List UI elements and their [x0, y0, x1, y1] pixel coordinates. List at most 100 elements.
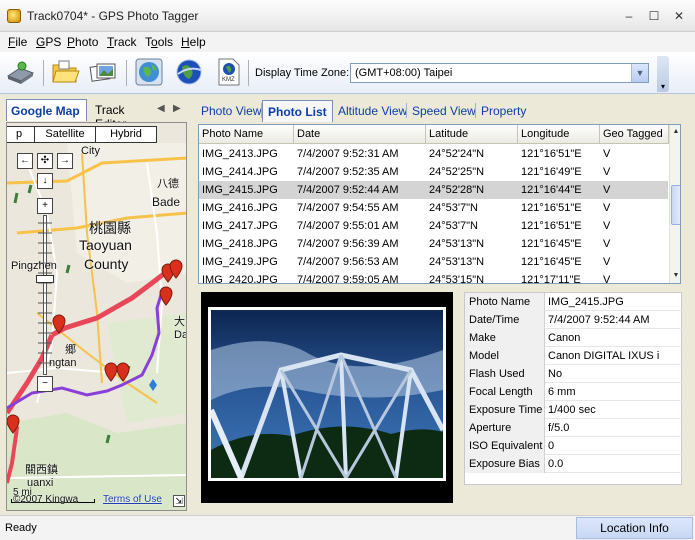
tab-scroll-left-icon[interactable]: ◀ — [157, 103, 165, 114]
tab-google-map[interactable]: Google Map — [6, 99, 87, 121]
scroll-thumb[interactable] — [671, 185, 680, 225]
timezone-select[interactable]: (GMT+08:00) Taipei ▼ — [350, 63, 649, 83]
map-label-longtan: ngtan — [49, 357, 77, 369]
table-row[interactable]: IMG_2414.JPG 7/4/2007 9:52:35 AM 24°52'2… — [199, 163, 668, 181]
zoom-in-button[interactable]: + — [37, 198, 53, 214]
photo-list-scrollbar[interactable]: ▲ ▼ — [669, 125, 680, 283]
table-row[interactable]: IMG_2416.JPG 7/4/2007 9:54:55 AM 24°53'7… — [199, 199, 668, 217]
gps-device-icon[interactable] — [5, 57, 35, 87]
map-type-map-button[interactable]: p — [7, 126, 35, 143]
cell-date: 7/4/2007 9:52:31 AM — [297, 148, 399, 160]
scroll-down-icon[interactable]: ▼ — [670, 269, 680, 283]
property-value: 1/400 sec — [548, 404, 596, 416]
photo-image — [211, 310, 443, 478]
table-row-selected[interactable]: IMG_2415.JPG 7/4/2007 9:52:44 AM 24°52'2… — [199, 181, 668, 199]
cell-photo-name: IMG_2416.JPG — [202, 202, 278, 214]
col-header-date[interactable]: Date — [294, 125, 426, 144]
cell-photo-name: IMG_2417.JPG — [202, 220, 278, 232]
tab-property[interactable]: Property — [476, 100, 531, 122]
menu-gps[interactable]: GPS — [36, 35, 61, 49]
property-value: No — [548, 368, 563, 380]
cell-latitude: 24°52'28"N — [429, 184, 485, 196]
toolbar-separator — [248, 60, 249, 86]
toolbar-overflow-button[interactable]: ▾ — [657, 56, 669, 92]
table-row[interactable]: IMG_2417.JPG 7/4/2007 9:55:01 AM 24°53'7… — [199, 217, 668, 235]
app-icon — [7, 9, 21, 23]
table-row[interactable]: IMG_2419.JPG 7/4/2007 9:56:53 AM 24°53'1… — [199, 253, 668, 271]
tab-scroll-right-icon[interactable]: ▶ — [173, 103, 181, 114]
cell-latitude: 24°53'13"N — [429, 238, 485, 250]
cell-photo-name: IMG_2420.JPG — [202, 274, 278, 284]
property-label: Date/Time — [465, 311, 545, 329]
status-text: Ready — [5, 522, 37, 534]
pan-down-icon[interactable]: ↓ — [37, 173, 53, 189]
photos-icon[interactable] — [88, 57, 118, 87]
menu-tools[interactable]: Tools — [145, 35, 173, 49]
minimize-button[interactable]: – — [621, 9, 637, 23]
table-row[interactable]: IMG_2418.JPG 7/4/2007 9:56:39 AM 24°53'1… — [199, 235, 668, 253]
cell-longitude: 121°16'51"E — [521, 220, 582, 232]
cell-latitude: 24°52'25"N — [429, 166, 485, 178]
chevron-down-icon[interactable]: ▼ — [631, 64, 648, 82]
location-info-button[interactable]: Location Info — [576, 517, 693, 539]
map-type-hybrid-button[interactable]: Hybrid — [95, 126, 157, 143]
property-value: 6 mm — [548, 386, 576, 398]
col-header-longitude[interactable]: Longitude — [518, 125, 600, 144]
cell-photo-name: IMG_2415.JPG — [202, 184, 278, 196]
cell-longitude: 121°16'49"E — [521, 166, 582, 178]
timezone-label: Display Time Zone: — [255, 67, 350, 79]
property-row: Model Canon DIGITAL IXUS i — [465, 347, 683, 365]
close-button[interactable]: ✕ — [671, 9, 687, 23]
open-folder-icon[interactable] — [50, 57, 80, 87]
kmz-export-icon[interactable]: KMZ — [213, 57, 243, 87]
tab-photo-view[interactable]: Photo View — [196, 100, 267, 122]
col-header-photo-name[interactable]: Photo Name — [199, 125, 294, 144]
property-value: Canon DIGITAL IXUS i — [548, 350, 660, 362]
cell-date: 7/4/2007 9:55:01 AM — [297, 220, 399, 232]
pan-right-icon[interactable]: → — [57, 153, 73, 169]
property-row: Exposure Bias 0.0 — [465, 455, 683, 473]
zoom-slider-thumb[interactable] — [36, 275, 54, 283]
property-label: Exposure Time — [465, 401, 545, 419]
maximize-button[interactable]: ☐ — [646, 9, 662, 23]
cell-longitude: 121°16'51"E — [521, 202, 582, 214]
map-type-satellite-button[interactable]: Satellite — [34, 126, 96, 143]
property-label: Make — [465, 329, 545, 347]
tab-photo-list[interactable]: Photo List — [262, 100, 333, 122]
photo-list-table[interactable]: Photo Name Date Latitude Longitude Geo T… — [198, 124, 681, 284]
map-window-icon[interactable] — [134, 57, 164, 87]
map-label-bade: Bade — [152, 195, 181, 209]
tab-track-editor[interactable]: Track Editor — [91, 99, 159, 131]
pan-left-icon[interactable]: ← — [17, 153, 33, 169]
cell-longitude: 121°16'45"E — [521, 238, 582, 250]
menu-help[interactable]: Help — [181, 35, 206, 49]
table-row[interactable]: IMG_2413.JPG 7/4/2007 9:52:31 AM 24°52'2… — [199, 145, 668, 163]
col-header-latitude[interactable]: Latitude — [426, 125, 518, 144]
cell-geo-tagged: V — [603, 166, 611, 178]
property-row: Date/Time 7/4/2007 9:52:44 AM — [465, 311, 683, 329]
terms-of-use-link[interactable]: Terms of Use — [103, 494, 162, 505]
google-earth-icon[interactable] — [174, 57, 204, 87]
pan-center-icon[interactable]: ✣ — [37, 153, 53, 169]
menu-photo[interactable]: Photo — [67, 35, 98, 49]
property-value: f/5.0 — [548, 422, 570, 434]
zoom-out-button[interactable]: − — [37, 376, 53, 392]
menu-file[interactable]: File — [8, 35, 27, 49]
cell-date: 7/4/2007 9:56:53 AM — [297, 256, 399, 268]
cell-date: 7/4/2007 9:56:39 AM — [297, 238, 399, 250]
menu-track[interactable]: Track — [107, 35, 137, 49]
google-map[interactable]: p Satellite Hybrid ← ✣ → ↓ + − City 八德 B… — [6, 122, 187, 511]
map-resize-icon[interactable]: ⇲ — [173, 495, 185, 507]
scroll-up-icon[interactable]: ▲ — [670, 125, 680, 139]
map-label-pingzhen: Pingzhen — [11, 260, 57, 272]
property-row: Focal Length 6 mm — [465, 383, 683, 401]
property-label: Model — [465, 347, 545, 365]
table-row[interactable]: IMG_2420.JPG 7/4/2007 9:59:05 AM 24°53'1… — [199, 271, 668, 284]
col-header-geo-tagged[interactable]: Geo Tagged — [600, 125, 669, 144]
photo-properties: Photo Name IMG_2415.JPG Date/Time 7/4/20… — [464, 292, 683, 485]
toolbar-separator — [43, 60, 44, 86]
tab-speed-view[interactable]: Speed View — [407, 100, 481, 122]
toolbar-separator — [126, 60, 127, 86]
tab-altitude-view[interactable]: Altitude View — [333, 100, 412, 122]
cell-geo-tagged: V — [603, 238, 611, 250]
